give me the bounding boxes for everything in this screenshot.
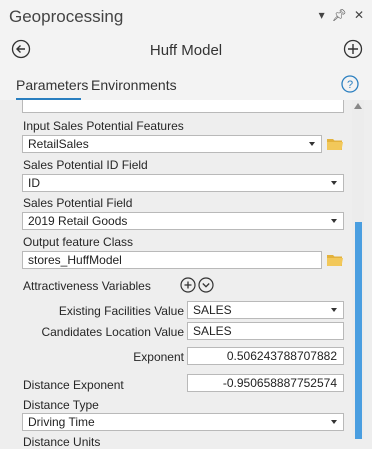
sales-id-label: Sales Potential ID Field bbox=[23, 158, 148, 172]
candidates-location-input[interactable]: SALES bbox=[187, 322, 344, 340]
distance-exponent-input[interactable]: -0.950658887752574 bbox=[187, 374, 344, 392]
tab-environments[interactable]: Environments bbox=[91, 77, 177, 93]
sales-id-value: ID bbox=[28, 176, 40, 190]
distance-units-label: Distance Units bbox=[23, 435, 101, 449]
chevron-down-icon bbox=[331, 308, 337, 312]
pane-title: Geoprocessing bbox=[9, 7, 124, 26]
pin-icon[interactable]: 📌︎ bbox=[332, 8, 347, 22]
distance-type-dropdown[interactable]: Driving Time bbox=[22, 413, 344, 431]
chevron-down-icon bbox=[331, 219, 337, 223]
candidates-location-label: Candidates Location Value bbox=[41, 325, 184, 339]
existing-facilities-value: SALES bbox=[193, 303, 232, 317]
expand-variables-icon[interactable] bbox=[198, 277, 214, 293]
folder-icon[interactable] bbox=[326, 137, 344, 151]
chevron-down-icon bbox=[331, 420, 337, 424]
add-icon[interactable] bbox=[343, 39, 363, 59]
pane-options-icon[interactable]: ▾ bbox=[319, 8, 325, 22]
tool-title: Huff Model bbox=[149, 42, 223, 59]
distance-type-value: Driving Time bbox=[28, 415, 95, 429]
help-icon[interactable]: ? bbox=[341, 75, 359, 93]
distance-type-label: Distance Type bbox=[23, 398, 99, 412]
existing-facilities-dropdown[interactable]: SALES bbox=[187, 301, 344, 319]
geoprocessing-pane: Geoprocessing ▾ 📌︎ ✕ Huff Model Paramete… bbox=[0, 0, 372, 449]
scrollbar-thumb[interactable] bbox=[355, 222, 362, 439]
sales-field-dropdown[interactable]: 2019 Retail Goods bbox=[22, 212, 344, 230]
previous-field-partial[interactable] bbox=[22, 100, 344, 113]
output-class-input[interactable]: stores_HuffModel bbox=[22, 251, 322, 269]
sales-field-value: 2019 Retail Goods bbox=[28, 214, 128, 228]
output-class-label: Output feature Class bbox=[23, 235, 134, 249]
scroll-up-icon[interactable] bbox=[354, 103, 362, 109]
sales-field-label: Sales Potential Field bbox=[23, 196, 133, 210]
input-sales-label: Input Sales Potential Features bbox=[23, 119, 184, 133]
add-variable-icon[interactable] bbox=[180, 277, 196, 293]
chevron-down-icon bbox=[309, 142, 315, 146]
exponent-label: Exponent bbox=[133, 350, 184, 364]
chevron-down-icon bbox=[331, 181, 337, 185]
distance-exponent-label: Distance Exponent bbox=[23, 378, 124, 392]
attractiveness-label: Attractiveness Variables bbox=[23, 279, 151, 293]
exponent-input[interactable]: 0.506243788707882 bbox=[187, 347, 344, 365]
tab-bar: Parameters Environments ? bbox=[0, 66, 372, 100]
svg-text:?: ? bbox=[347, 79, 353, 91]
sales-id-dropdown[interactable]: ID bbox=[22, 174, 344, 192]
tab-parameters[interactable]: Parameters bbox=[16, 77, 88, 93]
input-sales-dropdown[interactable]: RetailSales bbox=[22, 135, 322, 153]
pane-titlebar: Geoprocessing ▾ 📌︎ ✕ bbox=[0, 0, 372, 34]
tool-header: Huff Model bbox=[0, 34, 372, 66]
folder-icon[interactable] bbox=[326, 253, 344, 267]
existing-facilities-label: Existing Facilities Value bbox=[58, 304, 184, 318]
input-sales-value: RetailSales bbox=[28, 137, 89, 151]
close-icon[interactable]: ✕ bbox=[354, 8, 364, 22]
